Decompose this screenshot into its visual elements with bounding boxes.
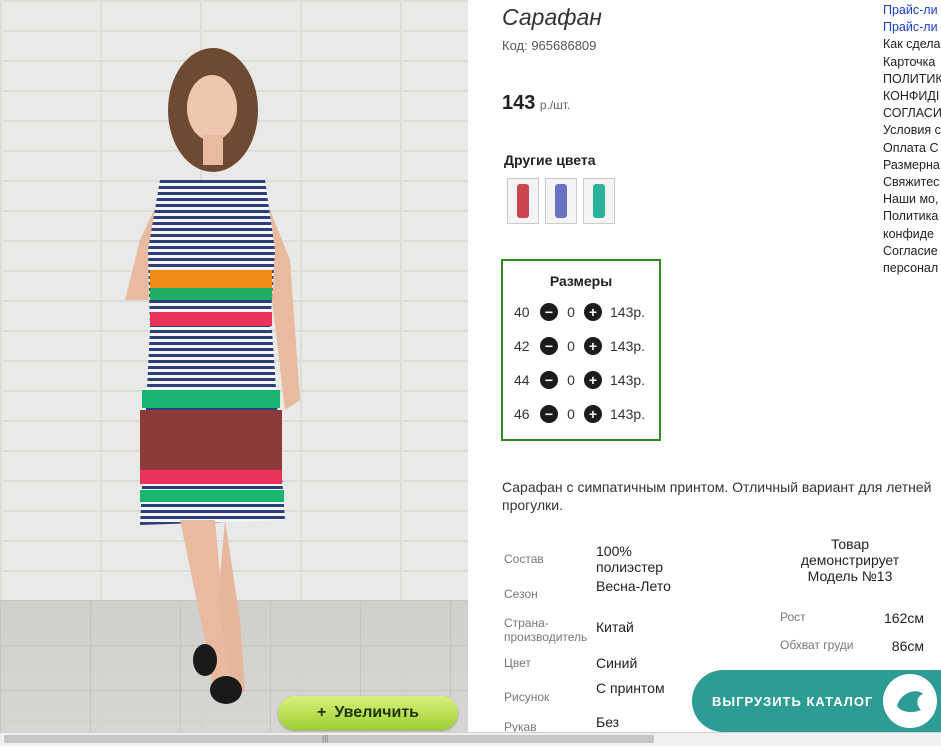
property-key: Страна-производитель [504, 616, 588, 644]
export-catalog-label: ВЫГРУЗИТЬ КАТАЛОГ [712, 693, 874, 709]
side-link[interactable]: СОГЛАСИ [883, 105, 941, 122]
plus-icon[interactable]: + [584, 405, 602, 423]
model-value: 86см [891, 638, 924, 654]
property-key: Цвет [504, 656, 531, 670]
size-qty: 0 [567, 372, 575, 388]
size-label: 40 [514, 304, 530, 320]
size-qty: 0 [567, 406, 575, 422]
size-label: 46 [514, 406, 530, 422]
swatch-dress [517, 184, 529, 218]
side-link[interactable]: Условия с [883, 122, 941, 139]
size-row: 46 − 0 + 143р. [503, 397, 659, 431]
color-swatch-blue[interactable] [545, 178, 577, 224]
other-colors-title: Другие цвета [504, 152, 596, 168]
property-value: Без [596, 714, 620, 730]
size-label: 42 [514, 338, 530, 354]
catalog-logo-icon [883, 674, 937, 728]
export-catalog-button[interactable]: ВЫГРУЗИТЬ КАТАЛОГ [692, 670, 941, 732]
property-key: Сезон [504, 587, 538, 601]
side-link[interactable]: Размерна [883, 157, 941, 174]
swatch-dress [555, 184, 567, 218]
model-value: 162см [884, 610, 924, 626]
property-row: Цвет Синий [504, 650, 686, 676]
minus-icon[interactable]: − [540, 303, 558, 321]
side-link[interactable]: Согласие [883, 243, 941, 260]
side-link[interactable]: КОНФИДІ [883, 88, 941, 105]
model-row: Обхват груди 86см [780, 638, 924, 654]
scrollbar-thumb[interactable] [4, 735, 654, 743]
property-value: 100% полиэстер [596, 543, 664, 575]
color-swatch-green[interactable] [583, 178, 615, 224]
properties-table: Состав 100% полиэстер Сезон Весна-Лето С… [504, 540, 686, 734]
side-link[interactable]: Наши мо, [883, 191, 941, 208]
property-value: Китай [596, 619, 634, 635]
property-row: Рисунок С принтом [504, 676, 686, 714]
sizes-box: Размеры 40 − 0 + 143р. 42 − 0 + 143р. 44… [501, 259, 661, 441]
side-link[interactable]: Политика [883, 208, 941, 225]
size-row: 44 − 0 + 143р. [503, 363, 659, 397]
swatch-dress [593, 184, 605, 218]
product-description: Сарафан с симпатичным принтом. Отличный … [502, 479, 932, 513]
plus-icon: + [316, 704, 327, 721]
minus-icon[interactable]: − [540, 405, 558, 423]
side-links: Прайс-ли Прайс-ли Как сдела Карточка ПОЛ… [883, 2, 941, 277]
size-row: 40 − 0 + 143р. [503, 295, 659, 329]
color-swatch-red[interactable] [507, 178, 539, 224]
zoom-button-label: Увеличить [334, 704, 419, 721]
size-label: 44 [514, 372, 530, 388]
size-qty: 0 [567, 338, 575, 354]
property-key: Рисунок [504, 690, 550, 704]
price-unit: р./шт. [539, 98, 571, 112]
sizes-title: Размеры [549, 273, 613, 289]
side-link[interactable]: конфиде [883, 226, 941, 243]
model-info: Товар демонстрирует Модель №13 Рост 162с… [780, 536, 940, 654]
model-key: Обхват груди [780, 638, 854, 652]
scrollbar-grip-icon: ||| [322, 734, 329, 743]
minus-icon[interactable]: − [540, 337, 558, 355]
size-row: 42 − 0 + 143р. [503, 329, 659, 363]
side-link[interactable]: Оплата С [883, 140, 941, 157]
size-price: 143р. [610, 406, 646, 422]
property-key: Рукав [504, 720, 537, 734]
plus-icon[interactable]: + [584, 303, 602, 321]
product-title: Сарафан [502, 4, 602, 30]
model-row: Рост 162см [780, 610, 924, 626]
model-figure [125, 48, 300, 704]
side-link[interactable]: персонал [883, 260, 941, 277]
side-link[interactable]: Прайс-ли [883, 2, 941, 19]
color-swatches [507, 178, 615, 224]
property-row: Сезон Весна-Лето [504, 576, 686, 612]
model-heading: Товар демонстрирует Модель №13 [800, 536, 900, 584]
product-price: 143 р./шт. [502, 92, 570, 115]
property-value: С принтом [596, 680, 665, 696]
side-link[interactable]: Карточка [883, 54, 941, 71]
zoom-button[interactable]: + Увеличить [278, 696, 458, 730]
horizontal-scrollbar[interactable]: ||| [0, 732, 941, 746]
side-link[interactable]: Как сдела [883, 36, 941, 53]
size-price: 143р. [610, 304, 646, 320]
plus-icon[interactable]: + [584, 337, 602, 355]
model-key: Рост [780, 610, 806, 624]
property-row: Страна-производитель Китай [504, 612, 686, 650]
property-value: Весна-Лето [596, 578, 671, 594]
product-code: Код: 965686809 [502, 38, 597, 53]
property-row: Рукав Без [504, 714, 686, 734]
side-link[interactable]: Свяжитес [883, 174, 941, 191]
side-link[interactable]: Прайс-ли [883, 19, 941, 36]
size-price: 143р. [610, 338, 646, 354]
property-row: Состав 100% полиэстер [504, 540, 686, 576]
size-price: 143р. [610, 372, 646, 388]
size-qty: 0 [567, 304, 575, 320]
property-key: Состав [504, 552, 544, 566]
side-link[interactable]: ПОЛИТИК [883, 71, 941, 88]
minus-icon[interactable]: − [540, 371, 558, 389]
plus-icon[interactable]: + [584, 371, 602, 389]
product-photo[interactable]: + Увеличить [0, 0, 468, 732]
property-value: Синий [596, 655, 638, 671]
price-value: 143 [502, 92, 536, 114]
